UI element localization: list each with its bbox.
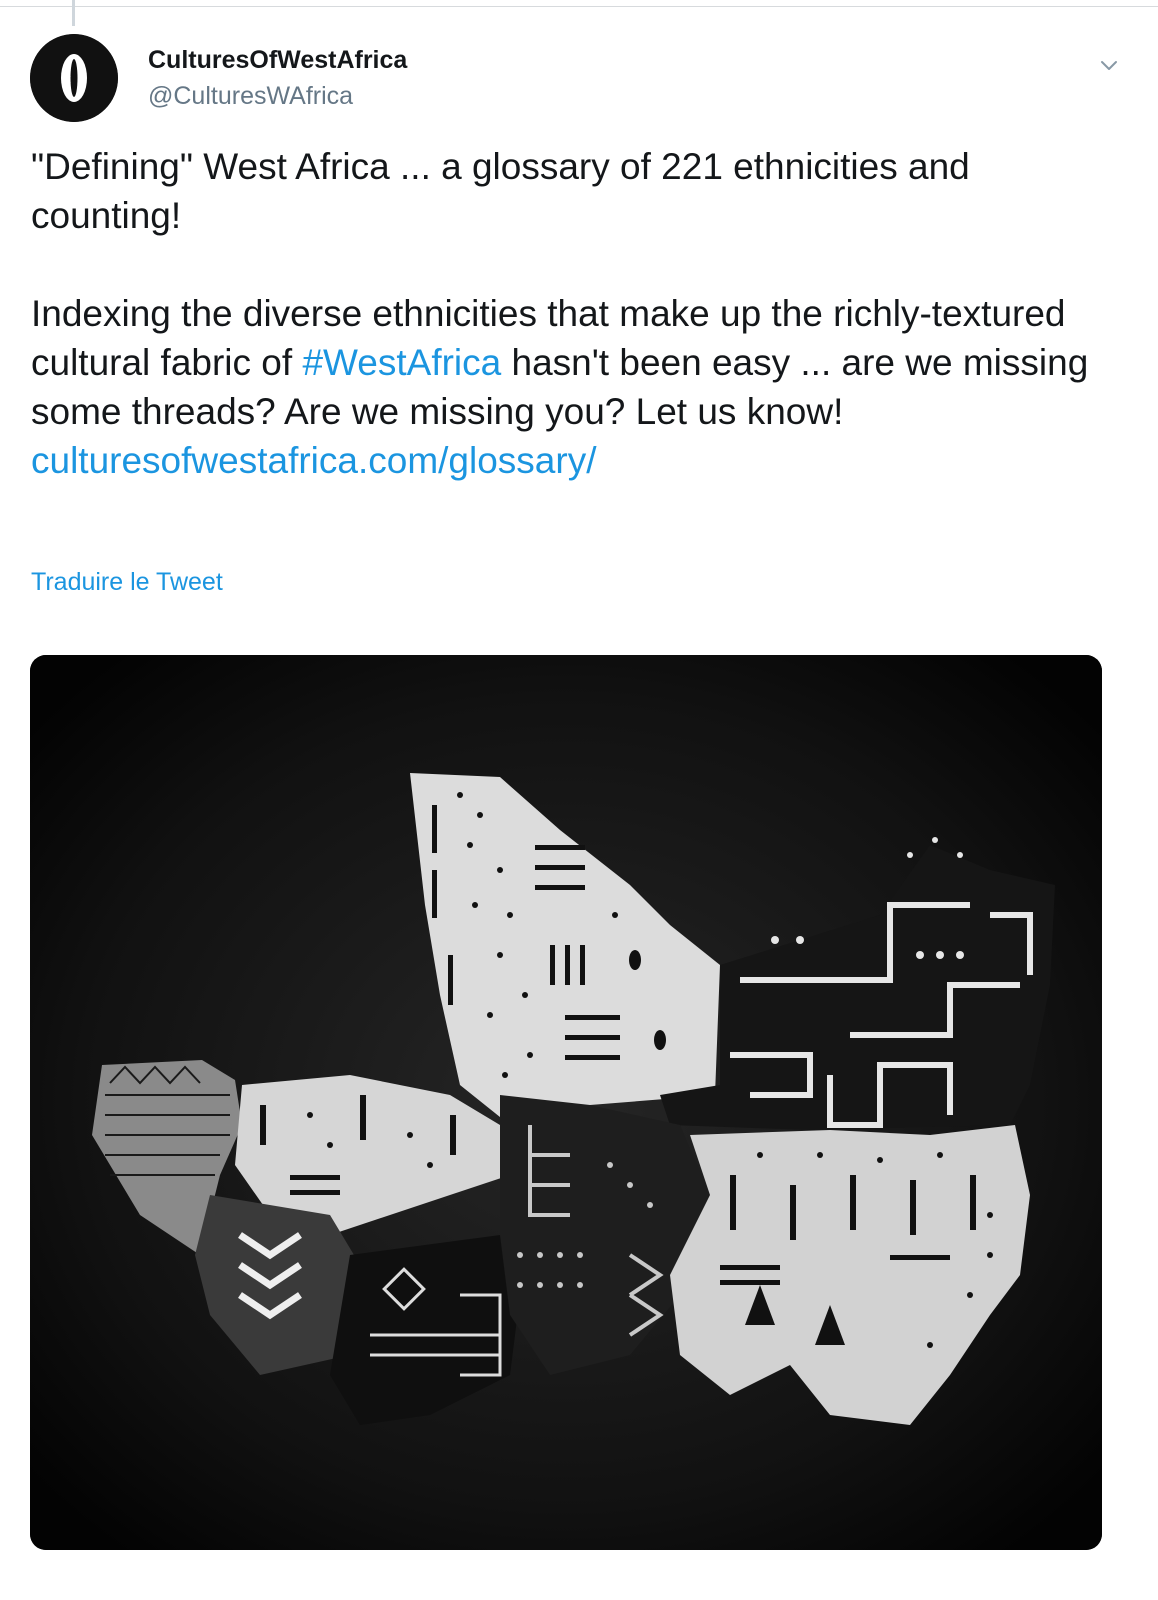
tweet-header: CulturesOfWestAfrica @CulturesWAfrica: [30, 34, 1128, 124]
chevron-down-icon[interactable]: [1096, 52, 1122, 78]
tweet-media-image[interactable]: [30, 655, 1102, 1550]
display-name[interactable]: CulturesOfWestAfrica: [148, 44, 407, 76]
avatar[interactable]: [30, 34, 118, 122]
cowrie-shell-logo: [30, 34, 118, 122]
tweet-body: "Defining" West Africa ... a glossary of…: [31, 142, 1111, 485]
url-link[interactable]: culturesofwestafrica.com/glossary/: [31, 440, 596, 481]
user-handle[interactable]: @CulturesWAfrica: [148, 80, 407, 112]
tweet-paragraph: "Defining" West Africa ... a glossary of…: [31, 146, 970, 236]
thread-connector-line: [72, 0, 75, 26]
tweet-paragraph: Indexing the diverse ethnicities that ma…: [31, 289, 1111, 485]
hashtag-link[interactable]: #WestAfrica: [302, 342, 501, 383]
translate-tweet-link[interactable]: Traduire le Tweet: [31, 568, 223, 597]
west-africa-fabric-map-image: [30, 655, 1102, 1550]
top-divider: [0, 0, 1158, 7]
